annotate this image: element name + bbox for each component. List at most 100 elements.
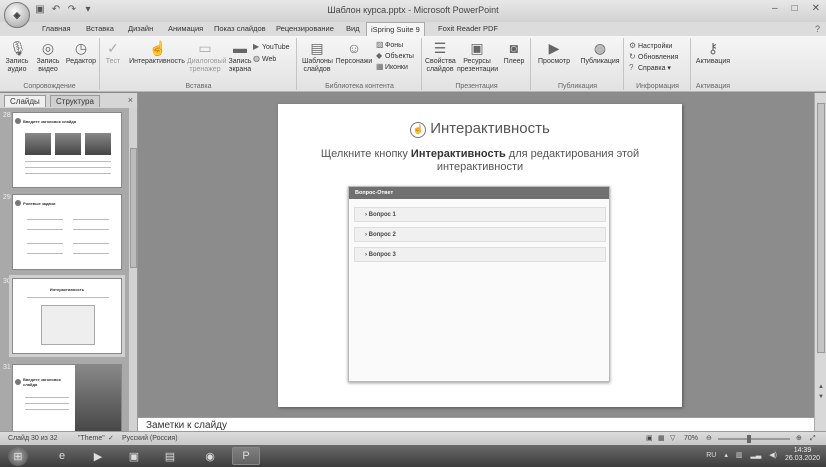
minimize-button[interactable]: – <box>772 3 778 14</box>
tab-insert[interactable]: Вставка <box>86 22 114 36</box>
notes-pane[interactable]: Заметки к слайду <box>138 417 814 431</box>
dialog-trainer-button[interactable]: ▭ Диалоговый тренажер <box>187 40 227 74</box>
close-button[interactable]: ✕ <box>812 3 820 14</box>
interactivity-widget[interactable]: Вопрос-Ответ › Вопрос 1 › Вопрос 2 › Воп… <box>348 186 610 382</box>
volume-icon[interactable]: ◀) <box>769 451 777 459</box>
signal-icon[interactable]: ▂▃ <box>750 451 761 459</box>
person-icon: ☺ <box>346 40 362 56</box>
sorter-view-icon[interactable]: ▦ <box>658 432 665 445</box>
player-button[interactable]: ◙ Плеер <box>501 40 527 66</box>
main-vertical-scrollbar[interactable]: ▲ ▼ <box>814 93 826 431</box>
thumbnails-scrollbar[interactable] <box>128 108 137 431</box>
taskbar: ⊞ e ▶ ▣ ▤ ◉ P RU ▴ ▥ ▂▃ ◀) 14:39 26.03.2… <box>0 445 826 467</box>
scrollbar-thumb[interactable] <box>817 103 825 353</box>
slide-thumbnail-28[interactable]: Введите заголовок слайда <box>12 112 122 188</box>
characters-button[interactable]: ☺ Персонажи <box>334 40 374 66</box>
slide-thumbnail-30[interactable]: Интерактивность <box>9 275 125 357</box>
screen-record-button[interactable]: ▬ Запись экрана <box>225 40 255 74</box>
record-audio-button[interactable]: 🎙 Запись аудио <box>4 40 30 74</box>
tab-view[interactable]: Вид <box>346 22 360 36</box>
slide-counter: Слайд 30 из 32 <box>8 435 58 442</box>
slide-edit-area: ☝ Интерактивность Щелкните кнопку Интерак… <box>138 93 814 417</box>
grid-icon: ▦ <box>376 62 384 71</box>
taskbar-chrome[interactable]: ◉ <box>196 447 224 465</box>
interactivity-button[interactable]: ☝ Интерактивность <box>127 40 187 66</box>
tab-home[interactable]: Главная <box>42 22 71 36</box>
shapes-icon: ◆ <box>376 51 383 60</box>
settings-button[interactable]: ⚙ Настройки <box>629 41 672 52</box>
taskbar-media[interactable]: ▶ <box>84 447 112 465</box>
chat-icon: ▭ <box>198 40 212 56</box>
zoom-slider-knob[interactable] <box>746 435 751 443</box>
objects-button[interactable]: ◆ Объекты <box>376 51 414 62</box>
tray-arrow-icon[interactable]: ▴ <box>724 451 728 459</box>
language-indicator: Русский (Россия) <box>122 435 178 442</box>
slide-templates-button[interactable]: ▤ Шаблоны слайдов <box>302 40 333 74</box>
slide-thumbnails: 28 Введите заголовок слайда 29 Ролевые з… <box>0 108 128 431</box>
tab-animation[interactable]: Анимация <box>168 22 203 36</box>
help-button[interactable]: ? Справка ▾ <box>629 63 671 74</box>
refresh-icon: ↻ <box>629 52 636 61</box>
taskbar-app[interactable]: ▣ <box>120 447 148 465</box>
tab-slideshow[interactable]: Показ слайдов <box>214 22 266 36</box>
zoom-slider[interactable] <box>718 435 790 443</box>
taskbar-ie[interactable]: e <box>48 447 76 465</box>
maximize-button[interactable]: □ <box>792 3 798 14</box>
next-slide-icon[interactable]: ▼ <box>817 393 825 401</box>
tab-foxit[interactable]: Foxit Reader PDF <box>438 22 498 36</box>
start-button[interactable]: ⊞ <box>8 446 28 466</box>
question-item-2[interactable]: › Вопрос 2 <box>354 227 606 242</box>
backgrounds-button[interactable]: ▨Фоны <box>376 40 403 51</box>
normal-view-icon[interactable]: ▣ <box>646 432 653 445</box>
tab-slides[interactable]: Слайды <box>4 95 46 107</box>
prev-slide-icon[interactable]: ▲ <box>817 383 825 391</box>
globe-icon: ◍ <box>253 54 260 63</box>
office-button[interactable]: ◈ <box>4 2 30 28</box>
activation-button[interactable]: ⚷ Активация <box>694 40 732 66</box>
clock[interactable]: 14:39 26.03.2020 <box>785 447 820 463</box>
tab-design[interactable]: Дизайн <box>128 22 153 36</box>
thumb-text-line <box>27 243 63 244</box>
slide-properties-button[interactable]: ☰ Свойства слайдов <box>425 40 456 74</box>
editor-button[interactable]: ◷ Редактор <box>64 40 98 66</box>
slide-thumbnail-29[interactable]: Ролевые задачи <box>12 194 122 270</box>
language-indicator[interactable]: RU <box>706 452 716 459</box>
tab-outline[interactable]: Структура <box>50 95 100 107</box>
help-icon[interactable]: ? <box>815 24 820 34</box>
youtube-button[interactable]: ▶ YouTube <box>253 42 290 53</box>
icons-button[interactable]: ▦Иконки <box>376 62 408 73</box>
fit-slide-icon[interactable]: ⤢ <box>810 432 816 445</box>
scrollbar-thumb[interactable] <box>130 148 137 268</box>
player-icon: ◙ <box>509 40 519 56</box>
thumb-text-line <box>27 229 63 230</box>
thumb-title: Интерактивность <box>49 287 85 292</box>
question-item-3[interactable]: › Вопрос 3 <box>354 247 606 262</box>
zoom-out-icon[interactable]: ⊖ <box>706 432 712 445</box>
publish-button[interactable]: ◍ Публикация <box>578 40 622 66</box>
spellcheck-icon[interactable]: ✓ <box>108 432 114 445</box>
tab-review[interactable]: Рецензирование <box>276 22 334 36</box>
current-slide[interactable]: ☝ Интерактивность Щелкните кнопку Интерак… <box>278 104 682 407</box>
record-video-button[interactable]: ◎ Запись видео <box>34 40 62 74</box>
group-presentation: ☰ Свойства слайдов ▣ Ресурсы презентации… <box>423 38 531 90</box>
group-content-library: ▤ Шаблоны слайдов ☺ Персонажи ▨Фоны ◆ Объ… <box>298 38 422 90</box>
close-pane-icon[interactable]: × <box>128 95 133 105</box>
taskbar-powerpoint[interactable]: P <box>232 447 260 465</box>
zoom-in-icon[interactable]: ⊕ <box>796 432 802 445</box>
thumb-title: Введите заголовок слайда <box>23 377 61 387</box>
question-item-1[interactable]: › Вопрос 1 <box>354 207 606 222</box>
slide-number: 29 <box>3 194 11 201</box>
slideshow-view-icon[interactable]: ▽ <box>670 432 675 445</box>
test-button[interactable]: ✓ Тест <box>103 40 123 66</box>
tab-ispring[interactable]: iSpring Suite 9 <box>366 22 425 36</box>
zoom-level[interactable]: 70% <box>684 432 698 445</box>
taskbar-explorer[interactable]: ▤ <box>156 447 184 465</box>
thumb-text-line <box>73 219 109 220</box>
network-icon[interactable]: ▥ <box>736 451 743 459</box>
group-narration: 🎙 Запись аудио ◎ Запись видео ◷ Редактор… <box>0 38 100 90</box>
web-button[interactable]: ◍ Web <box>253 54 276 65</box>
preview-button[interactable]: ▶ Просмотр <box>534 40 574 66</box>
slide-thumbnail-31[interactable]: Введите заголовок слайда <box>12 364 122 431</box>
presentation-resources-button[interactable]: ▣ Ресурсы презентации <box>457 40 498 74</box>
updates-button[interactable]: ↻ Обновления <box>629 52 678 63</box>
